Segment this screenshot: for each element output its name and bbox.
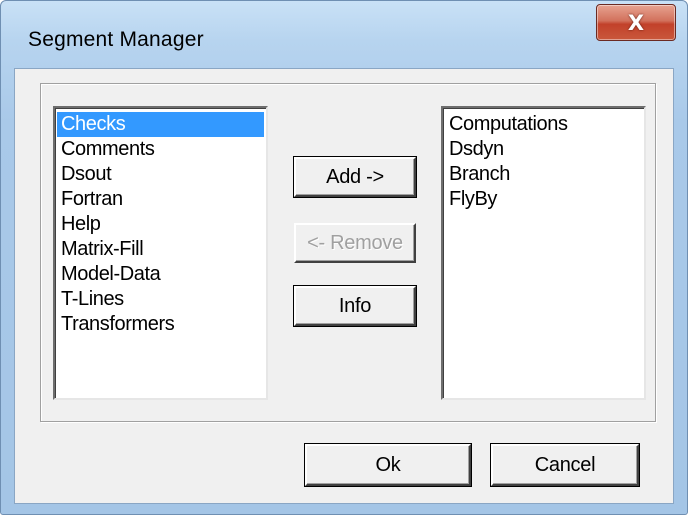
ok-button[interactable]: Ok: [305, 444, 471, 486]
available-list-item[interactable]: Comments: [57, 137, 264, 162]
selected-list-item[interactable]: Computations: [445, 112, 642, 137]
selected-list-item[interactable]: Branch: [445, 162, 642, 187]
add-button[interactable]: Add ->: [294, 157, 416, 197]
selected-list-item[interactable]: Dsdyn: [445, 137, 642, 162]
available-list-item[interactable]: Model-Data: [57, 262, 264, 287]
window-title: Segment Manager: [28, 28, 204, 51]
info-button[interactable]: Info: [294, 286, 416, 326]
selected-list-item[interactable]: FlyBy: [445, 187, 642, 212]
available-segments-list[interactable]: Checks Comments Dsout Fortran Help Matri…: [53, 106, 268, 400]
segment-manager-window: Segment Manager X Checks Comments Dsout …: [0, 0, 688, 515]
cancel-button[interactable]: Cancel: [491, 444, 639, 486]
remove-button[interactable]: <- Remove: [294, 223, 416, 263]
close-button[interactable]: X: [596, 4, 676, 41]
available-list-item[interactable]: Fortran: [57, 187, 264, 212]
available-list-item[interactable]: Transformers: [57, 312, 264, 337]
available-list-item[interactable]: Matrix-Fill: [57, 237, 264, 262]
close-icon: X: [627, 10, 645, 35]
available-list-item[interactable]: Dsout: [57, 162, 264, 187]
available-list-item[interactable]: Help: [57, 212, 264, 237]
available-list-item[interactable]: T-Lines: [57, 287, 264, 312]
available-list-item[interactable]: Checks: [57, 112, 264, 137]
selected-segments-list[interactable]: Computations Dsdyn Branch FlyBy: [441, 106, 646, 400]
